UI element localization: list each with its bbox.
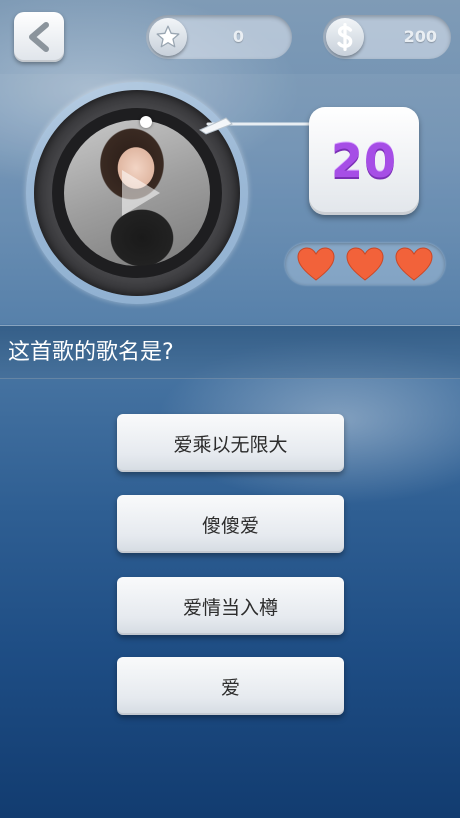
- lives-indicator: [285, 243, 445, 285]
- coin-badge: [326, 18, 364, 56]
- heart-icon: [395, 247, 433, 281]
- countdown-timer: 20: [309, 107, 419, 215]
- play-triangle-icon: [122, 170, 160, 216]
- coins-counter: 200: [323, 15, 451, 59]
- answer-option-1[interactable]: 爱乘以无限大: [117, 414, 344, 472]
- dollar-icon: [337, 23, 353, 51]
- heart-icon: [346, 247, 384, 281]
- timer-value: 20: [330, 134, 397, 188]
- question-text: 这首歌的歌名是?: [8, 340, 174, 365]
- star-icon: [156, 25, 180, 48]
- back-arrow-icon: [29, 22, 49, 52]
- back-button[interactable]: [14, 12, 64, 62]
- stars-counter: 0: [146, 15, 292, 59]
- answer-option-3[interactable]: 爱情当入樽: [117, 577, 344, 635]
- question-bar: 这首歌的歌名是?: [0, 325, 460, 379]
- answer-option-2[interactable]: 傻傻爱: [117, 495, 344, 553]
- stars-value: 0: [232, 27, 244, 46]
- tonearm: [198, 117, 323, 135]
- answer-option-4[interactable]: 爱: [117, 657, 344, 715]
- artist-photo: [64, 120, 210, 266]
- star-badge: [149, 18, 187, 56]
- record-spindle-dot: [140, 116, 152, 128]
- top-bar: 0 200: [0, 0, 460, 74]
- coins-value: 200: [403, 27, 437, 46]
- heart-icon: [297, 247, 335, 281]
